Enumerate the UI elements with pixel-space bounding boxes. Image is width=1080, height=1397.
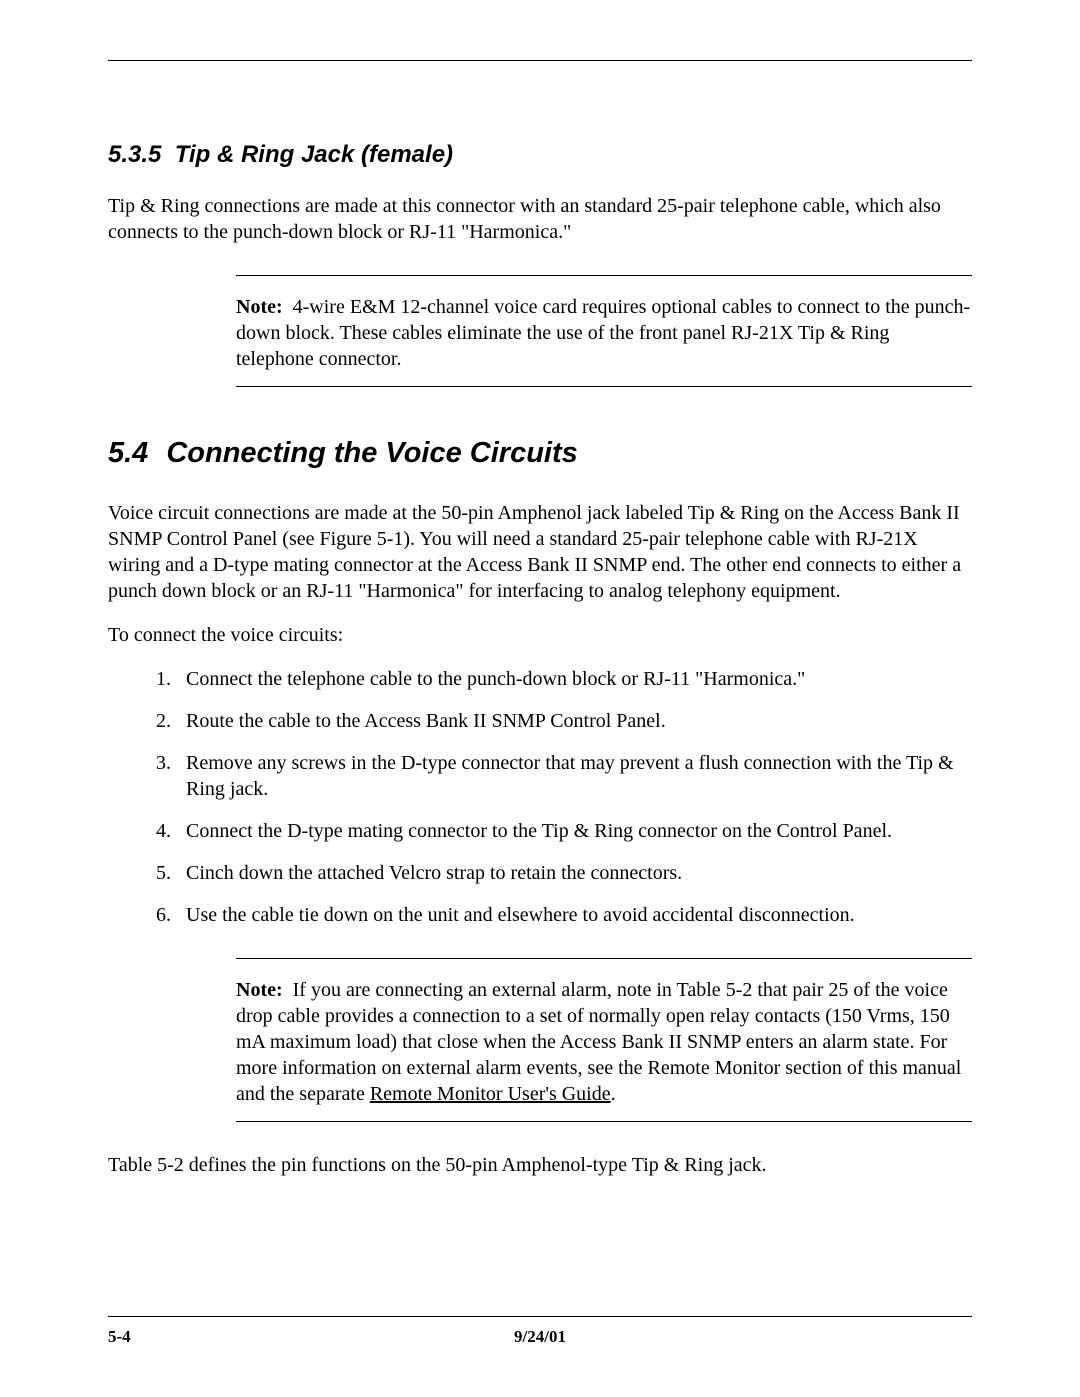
subsection-number: 5.3.5	[108, 141, 161, 168]
note-rule-bottom	[236, 386, 972, 387]
footer-page-number: 5-4	[108, 1327, 131, 1347]
note-1-text: Note: 4-wire E&M 12-channel voice card r…	[236, 294, 972, 372]
paragraph-2: Voice circuit connections are made at th…	[108, 500, 972, 604]
note-1-label: Note:	[236, 296, 283, 318]
list-number: 3.	[156, 750, 186, 802]
footer-date: 9/24/01	[514, 1327, 566, 1347]
note-rule-top	[236, 958, 972, 959]
paragraph-3: To connect the voice circuits:	[108, 622, 972, 648]
list-text: Cinch down the attached Velcro strap to …	[186, 860, 972, 886]
note-2-label: Note:	[236, 979, 283, 1001]
top-rule	[108, 60, 972, 61]
section-number: 5.4	[108, 437, 148, 469]
list-item: 5. Cinch down the attached Velcro strap …	[156, 860, 972, 886]
list-number: 2.	[156, 708, 186, 734]
list-item: 4. Connect the D-type mating connector t…	[156, 818, 972, 844]
list-text: Use the cable tie down on the unit and e…	[186, 902, 972, 928]
list-item: 6. Use the cable tie down on the unit an…	[156, 902, 972, 928]
list-item: 3. Remove any screws in the D-type conne…	[156, 750, 972, 802]
subsection-title: Tip & Ring Jack (female)	[175, 141, 453, 168]
note-2-text: Note: If you are connecting an external …	[236, 977, 972, 1107]
section-heading: 5.4 Connecting the Voice Circuits	[108, 437, 972, 470]
list-number: 1.	[156, 666, 186, 692]
footer: 5-4 9/24/01	[108, 1316, 972, 1347]
subsection-heading: 5.3.5 Tip & Ring Jack (female)	[108, 141, 972, 169]
list-number: 6.	[156, 902, 186, 928]
list-text: Remove any screws in the D-type connecto…	[186, 750, 972, 802]
paragraph-4: Table 5-2 defines the pin functions on t…	[108, 1152, 972, 1178]
list-number: 4.	[156, 818, 186, 844]
list-text: Route the cable to the Access Bank II SN…	[186, 708, 972, 734]
list-text: Connect the D-type mating connector to t…	[186, 818, 972, 844]
list-item: 2. Route the cable to the Access Bank II…	[156, 708, 972, 734]
note-1-body: 4-wire E&M 12-channel voice card require…	[236, 296, 970, 370]
ordered-list: 1. Connect the telephone cable to the pu…	[156, 666, 972, 928]
note-2-after: .	[611, 1083, 616, 1105]
list-number: 5.	[156, 860, 186, 886]
list-item: 1. Connect the telephone cable to the pu…	[156, 666, 972, 692]
note-rule-top	[236, 275, 972, 276]
note-block-1: Note: 4-wire E&M 12-channel voice card r…	[236, 275, 972, 387]
note-2-link: Remote Monitor User's Guide	[370, 1083, 611, 1105]
section-title: Connecting the Voice Circuits	[166, 437, 577, 469]
paragraph-1: Tip & Ring connections are made at this …	[108, 193, 972, 245]
note-rule-bottom	[236, 1121, 972, 1122]
note-block-2: Note: If you are connecting an external …	[236, 958, 972, 1122]
footer-rule	[108, 1316, 972, 1317]
list-text: Connect the telephone cable to the punch…	[186, 666, 972, 692]
